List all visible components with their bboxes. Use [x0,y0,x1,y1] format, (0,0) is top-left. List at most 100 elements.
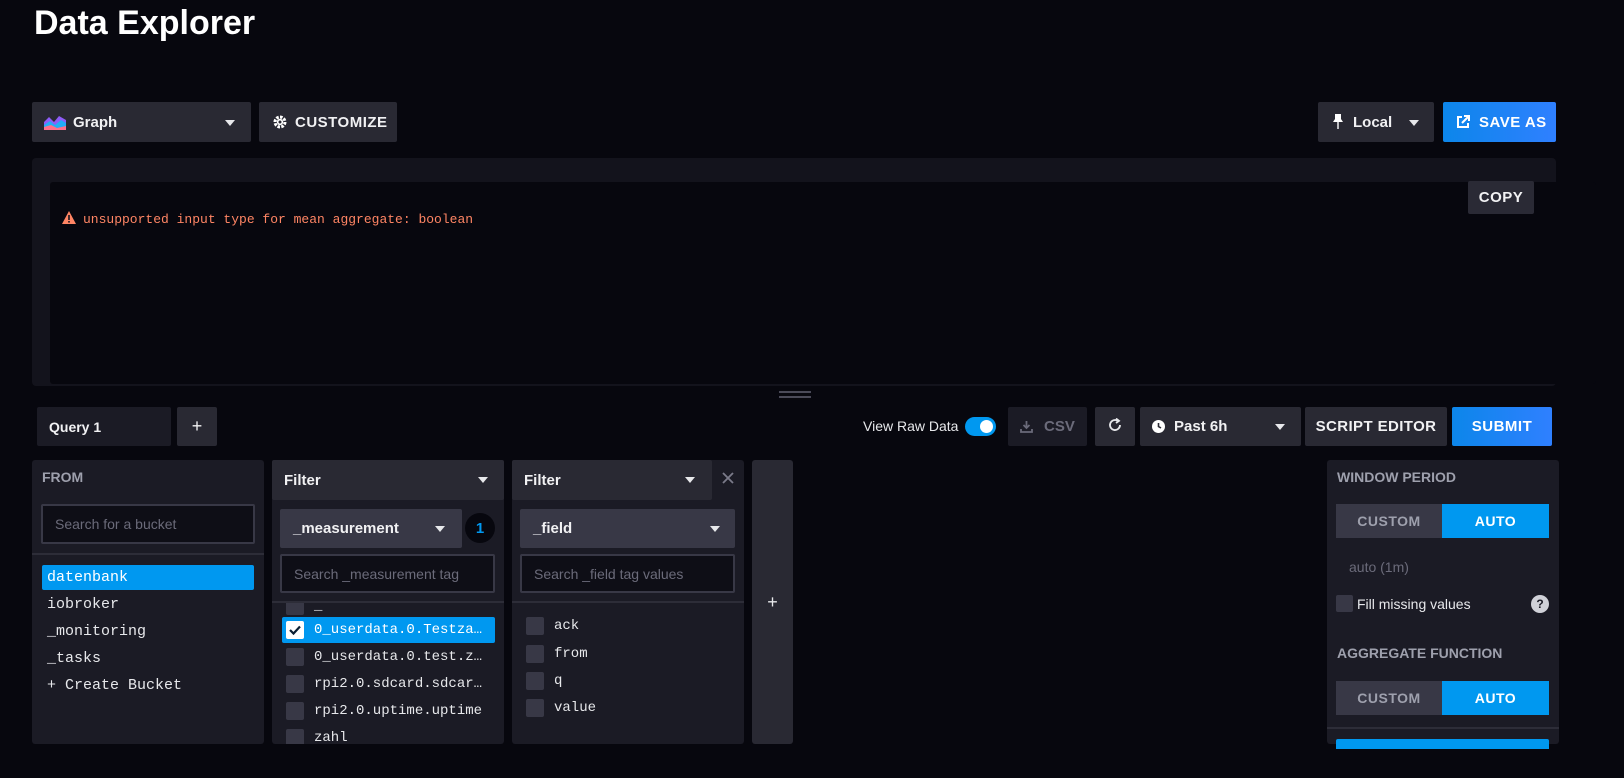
window-period-header: WINDOW PERIOD [1337,469,1456,485]
window-period-toggle[interactable]: CUSTOM AUTO [1336,504,1549,538]
submit-button[interactable]: SUBMIT [1452,407,1552,446]
list-item[interactable]: 0_userdata.0.test.z… [286,648,482,666]
filter2-divider [512,601,744,603]
aggregate-custom-button[interactable]: CUSTOM [1336,681,1442,715]
query-tab-label: Query 1 [49,418,102,435]
error-text: unsupported input type for mean aggregat… [83,212,474,227]
checkbox[interactable] [526,617,544,635]
customize-button[interactable]: CUSTOMIZE [259,102,397,142]
submit-label: SUBMIT [1471,418,1533,435]
list-item[interactable]: rpi2.0.sdcard.sdcar… [286,675,482,693]
save-as-button[interactable]: SAVE AS [1443,102,1556,142]
graph-icon [44,114,66,134]
view-raw-label: View Raw Data [863,418,959,434]
chevron-down-icon [435,526,445,532]
external-link-icon [1456,115,1470,133]
list-item[interactable]: rpi2.0.uptime.uptime [286,702,482,720]
checkbox[interactable] [286,675,304,693]
query-tab[interactable]: Query 1 [37,407,171,446]
checkbox[interactable] [526,645,544,663]
clock-icon [1152,420,1165,437]
list-item[interactable]: 0_userdata.0.Testza… [286,621,482,639]
fill-missing-label: Fill missing values [1357,595,1471,612]
list-item[interactable]: value [526,699,596,717]
bucket-item-iobroker[interactable]: iobroker [47,596,119,613]
list-item[interactable]: _ [286,603,322,615]
checkbox[interactable] [526,699,544,717]
view-raw-toggle[interactable] [965,417,996,436]
window-auto-button[interactable]: AUTO [1442,504,1549,538]
list-item[interactable]: q [526,672,562,690]
measurement-search-placeholder: Search _measurement tag [294,565,459,582]
checkbox-checked[interactable] [286,621,304,639]
field-search-input[interactable]: Search _field tag values [520,554,735,593]
gear-icon [273,115,287,133]
checkbox[interactable] [286,603,304,615]
measurement-search-input[interactable]: Search _measurement tag [280,554,495,593]
time-range-dropdown[interactable]: Past 6h [1140,407,1301,446]
bucket-item-tasks[interactable]: _tasks [47,650,101,667]
aggregate-function-header: AGGREGATE FUNCTION [1337,645,1503,661]
measurement-key-dropdown[interactable]: _measurement [280,509,462,548]
create-bucket-link[interactable]: + Create Bucket [47,677,182,694]
checkbox[interactable] [286,729,304,744]
checkbox[interactable] [286,648,304,666]
measurement-list: _ 0_userdata.0.Testza… 0_userdata.0.test… [272,603,504,744]
script-editor-label: SCRIPT EDITOR [1315,418,1437,435]
list-item[interactable]: zahl [286,729,348,744]
chevron-down-icon [685,477,695,483]
fill-missing-checkbox[interactable]: Fill missing values [1336,595,1471,612]
aggregate-list-item-selected[interactable] [1336,739,1549,749]
add-query-button[interactable]: + [177,407,217,446]
checkbox[interactable] [1336,595,1353,612]
chevron-down-icon [1275,424,1285,430]
bucket-search-input[interactable]: Search for a bucket [41,504,255,544]
from-divider [32,553,264,555]
chevron-down-icon [225,120,235,126]
check-icon [289,625,301,636]
close-icon [722,471,734,489]
refresh-button[interactable] [1095,407,1135,446]
field-key-label: _field [533,520,573,537]
list-item[interactable]: from [526,645,588,663]
from-header: FROM [42,469,84,485]
field-search-placeholder: Search _field tag values [534,565,684,582]
measurement-key-label: _measurement [293,520,399,537]
chevron-down-icon [710,526,720,532]
window-custom-button[interactable]: CUSTOM [1336,504,1442,538]
csv-label: CSV [1044,418,1075,435]
filter-header-dropdown[interactable]: Filter [272,460,504,500]
script-editor-button[interactable]: SCRIPT EDITOR [1305,407,1447,446]
bucket-item-datenbank[interactable]: datenbank [42,565,254,590]
pin-icon [1332,114,1344,134]
selected-count-badge: 1 [465,513,495,543]
bucket-item-monitoring[interactable]: _monitoring [47,623,146,640]
resize-handle[interactable] [779,391,811,398]
plus-icon: + [767,591,778,612]
selected-count: 1 [475,519,485,537]
view-type-label: Graph [73,113,118,131]
checkbox[interactable] [526,672,544,690]
timezone-dropdown[interactable]: Local [1318,102,1434,142]
plus-icon: + [191,416,203,436]
aggregate-function-toggle[interactable]: CUSTOM AUTO [1336,681,1549,715]
copy-button[interactable]: COPY [1468,181,1534,214]
field-key-dropdown[interactable]: _field [520,509,735,548]
view-type-dropdown[interactable]: Graph [32,102,251,142]
copy-label: COPY [1478,189,1524,206]
chevron-down-icon [1409,120,1419,126]
page-title: Data Explorer [34,4,256,42]
checkbox[interactable] [286,702,304,720]
filter-header-label: Filter [524,471,561,489]
timezone-label: Local [1353,113,1393,131]
add-filter-button[interactable]: + [752,460,793,744]
remove-filter-button[interactable] [712,460,744,500]
aggregate-auto-button[interactable]: AUTO [1442,681,1549,715]
list-item[interactable]: ack [526,617,579,635]
csv-button[interactable]: CSV [1008,407,1087,446]
download-icon [1020,420,1033,437]
filter-header-dropdown[interactable]: Filter [512,460,712,500]
toggle-knob [980,420,993,433]
bucket-search-placeholder: Search for a bucket [55,516,177,532]
help-icon[interactable]: ? [1531,595,1549,613]
